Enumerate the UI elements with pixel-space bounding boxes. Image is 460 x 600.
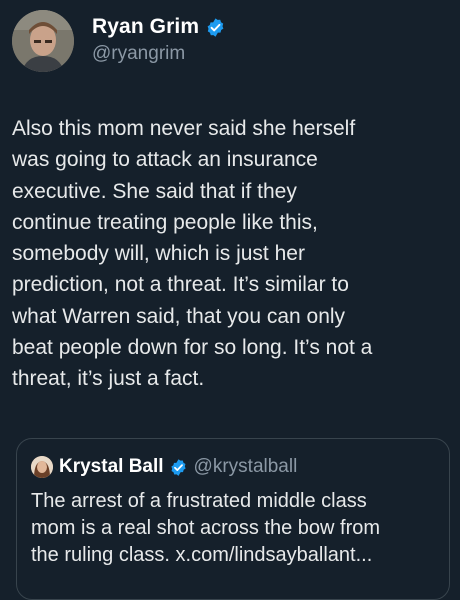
verified-badge-icon <box>205 17 226 38</box>
author-name-row: Ryan Grim <box>92 14 226 40</box>
quoted-tweet-header: Krystal Ball @krystalball <box>31 455 297 479</box>
author-name[interactable]: Ryan Grim <box>92 15 199 39</box>
author-handle[interactable]: @ryangrim <box>92 43 185 65</box>
author-avatar[interactable] <box>12 10 74 72</box>
tweet-text: Also this mom never said she herself was… <box>12 117 373 391</box>
verified-badge-icon <box>169 458 188 477</box>
quoted-tweet-card[interactable]: Krystal Ball @krystalball The arrest of … <box>16 438 450 600</box>
quoted-author-handle[interactable]: @krystalball <box>194 456 298 478</box>
quoted-tweet-text: The arrest of a frustrated middle class … <box>31 490 381 566</box>
quoted-author-name[interactable]: Krystal Ball <box>59 456 164 478</box>
quoted-author-avatar[interactable] <box>31 456 53 478</box>
